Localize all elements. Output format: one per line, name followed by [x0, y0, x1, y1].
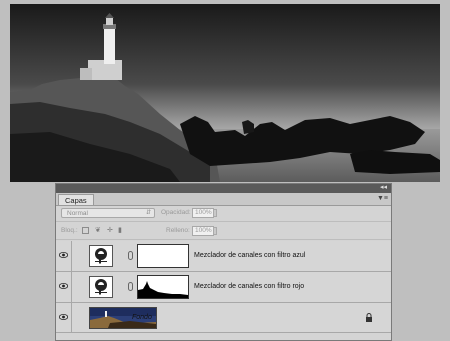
- lock-label: Bloq.:: [61, 227, 78, 234]
- fill-stepper[interactable]: [213, 227, 217, 235]
- panel-titlebar[interactable]: ◂◂: [56, 184, 391, 193]
- layer-row[interactable]: Mezclador de canales con filtro azul: [56, 241, 391, 272]
- opacity-stepper[interactable]: [213, 209, 217, 217]
- layer-mask-thumbnail[interactable]: [137, 244, 189, 268]
- channel-mixer-icon[interactable]: [89, 276, 113, 298]
- visibility-toggle[interactable]: [56, 272, 72, 302]
- layer-row[interactable]: Fondo: [56, 303, 391, 333]
- lock-fill-row: Bloq.: ❦ ✛ ▮ Relleno: 100%: [56, 224, 391, 240]
- layers-list: Mezclador de canales con filtro azul Mez…: [56, 241, 391, 333]
- updown-arrow-icon: ⇵: [145, 210, 151, 216]
- layer-mask-thumbnail[interactable]: [137, 275, 189, 299]
- layer-name[interactable]: Mezclador de canales con filtro rojo: [194, 282, 304, 292]
- visibility-toggle[interactable]: [56, 303, 72, 332]
- fill-label: Relleno:: [166, 227, 190, 234]
- layer-name[interactable]: Mezclador de canales con filtro azul: [194, 251, 305, 261]
- fill-input[interactable]: 100%: [192, 226, 214, 236]
- link-chain-icon[interactable]: [128, 251, 133, 260]
- layer-row[interactable]: Mezclador de canales con filtro rojo: [56, 272, 391, 303]
- lock-position-icon[interactable]: ✛: [107, 227, 114, 234]
- blend-mode-value: Normal: [67, 210, 88, 217]
- panel-tab-bar: Capas ▼≡: [56, 193, 391, 206]
- canvas-image: [10, 4, 440, 182]
- panel-menu-icon[interactable]: ▼≡: [377, 194, 388, 204]
- channel-mixer-icon[interactable]: [89, 245, 113, 267]
- lock-transparent-icon[interactable]: [82, 227, 89, 234]
- blend-opacity-row: Normal ⇵ Opacidad: 100%: [56, 206, 391, 222]
- double-chevron-icon[interactable]: ◂◂: [380, 183, 387, 193]
- lock-icon: [366, 313, 372, 322]
- layer-name[interactable]: Fondo: [132, 313, 152, 323]
- lock-all-icon[interactable]: ▮: [118, 227, 125, 234]
- lock-image-icon[interactable]: ❦: [95, 227, 102, 234]
- opacity-input[interactable]: 100%: [192, 208, 214, 218]
- eye-icon: [59, 252, 68, 258]
- link-chain-icon[interactable]: [128, 282, 133, 291]
- eye-icon: [59, 283, 68, 289]
- layers-panel: ◂◂ Capas ▼≡ Normal ⇵ Opacidad: 100% Bloq…: [55, 183, 392, 341]
- opacity-label: Opacidad:: [161, 209, 191, 216]
- blend-mode-select[interactable]: Normal ⇵: [61, 208, 155, 218]
- visibility-toggle[interactable]: [56, 241, 72, 271]
- eye-icon: [59, 314, 68, 320]
- tab-capas[interactable]: Capas: [58, 194, 94, 205]
